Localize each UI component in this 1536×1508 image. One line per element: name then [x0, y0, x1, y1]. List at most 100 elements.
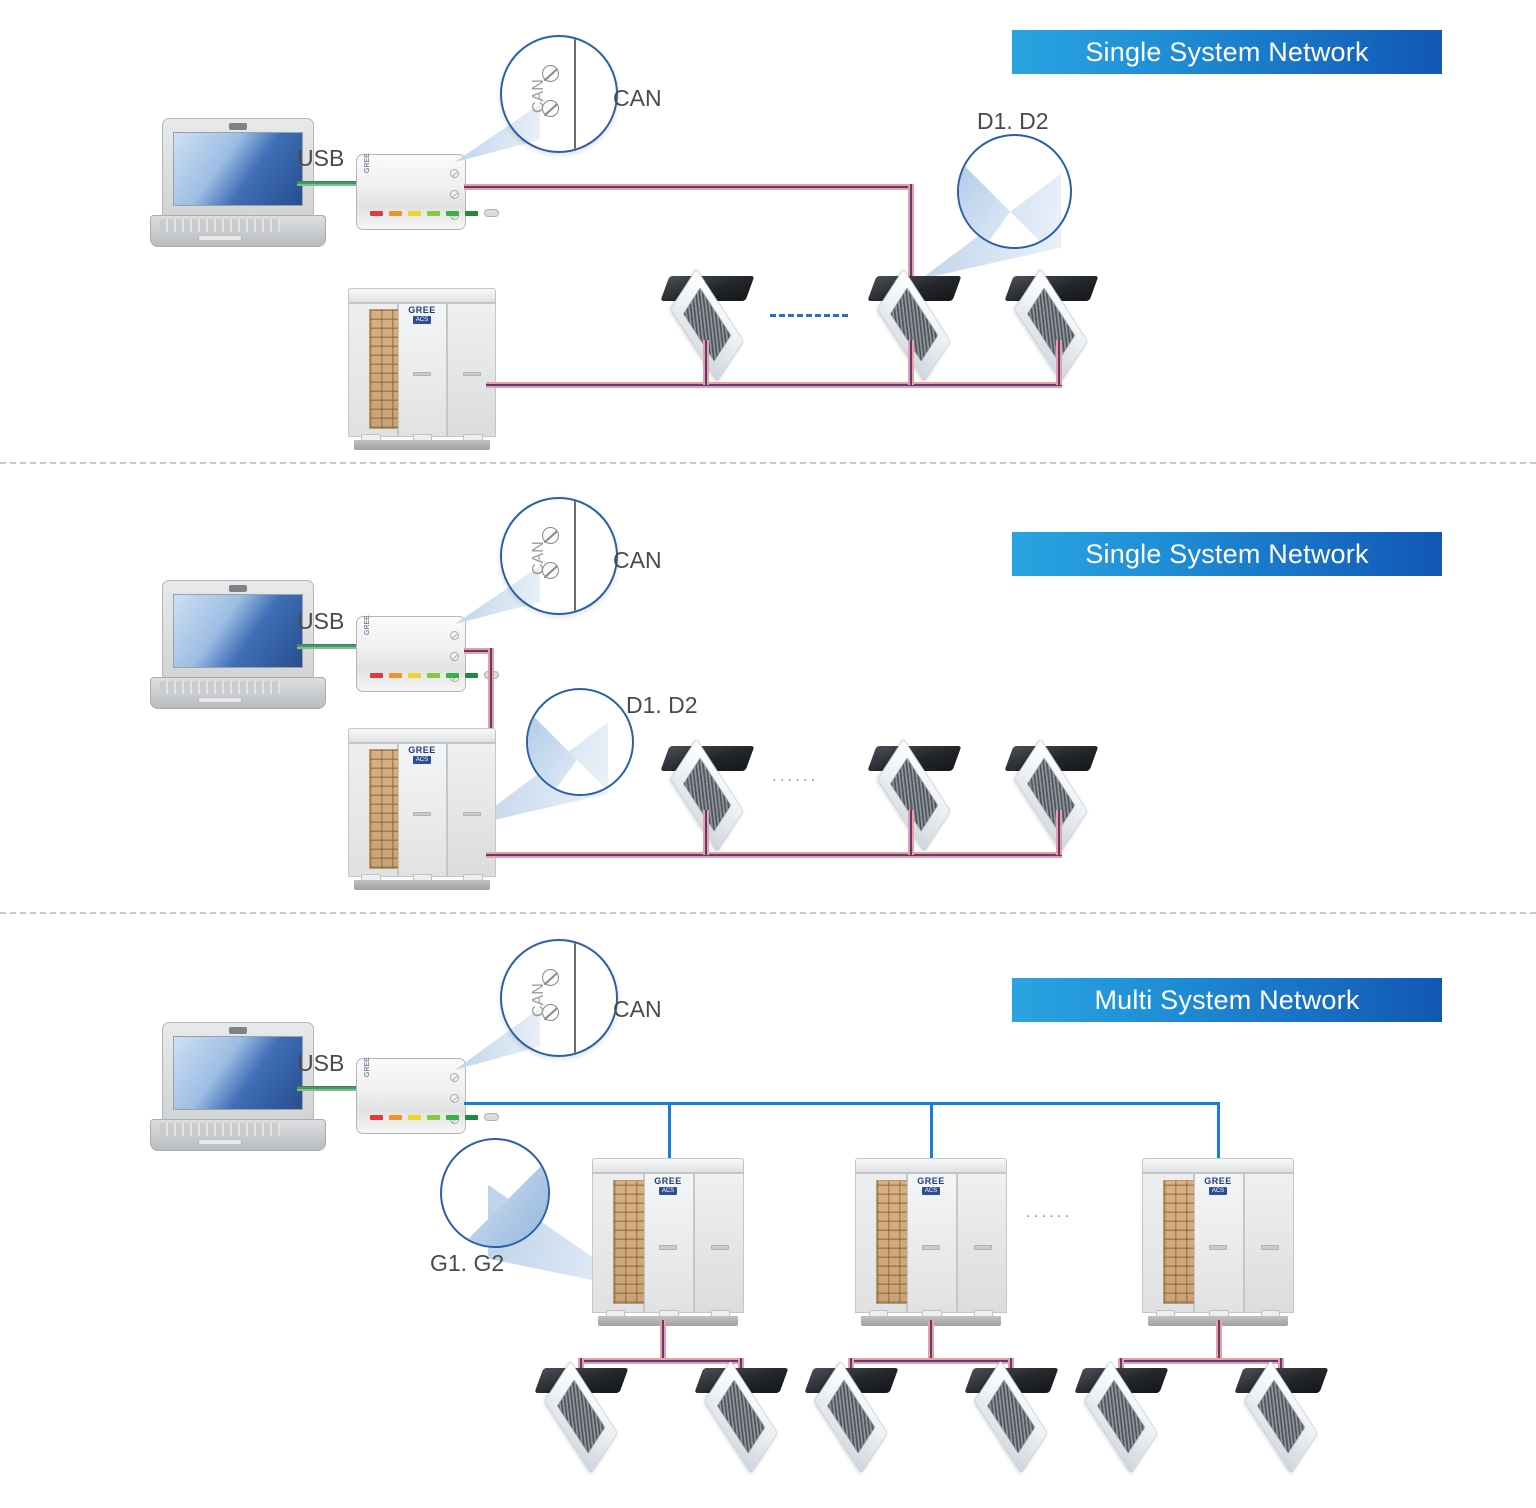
g-bus-trunk	[464, 1102, 1220, 1105]
odu-brand-logo: GREE ACS	[408, 304, 436, 324]
gateway-device-icon-2: GREE	[356, 615, 499, 692]
laptop-lid	[162, 118, 314, 216]
usb-cable-1	[297, 181, 365, 186]
laptop-lid	[162, 580, 314, 678]
can-inner-label-3: CAN	[530, 983, 547, 1017]
indoor-cassette-icon-3c2	[1222, 1360, 1340, 1474]
odu-base-frame	[353, 440, 491, 450]
odu-brand-logo: GREE ACS	[917, 1175, 945, 1195]
odu-handle-b	[710, 1245, 729, 1250]
usb-cable-2	[297, 644, 365, 649]
can-magnifier-1: CAN	[500, 35, 618, 153]
usb-cable-3	[297, 1086, 365, 1091]
panel-1-banner: Single System Network	[1012, 30, 1442, 74]
d1d2-callout-1: D1. D2	[895, 108, 1105, 292]
d1d2-magnifier-2	[526, 688, 634, 796]
odu-handle-b	[973, 1245, 992, 1250]
odu-top-panel	[348, 288, 496, 303]
diagram-root: Single System Network USB GREE CAN CAN D…	[0, 0, 1536, 1508]
panel-2-banner: Single System Network	[1012, 532, 1442, 576]
usb-label-2: USB	[297, 608, 345, 634]
indoor-cassette-icon-1b	[855, 268, 973, 382]
laptop-keyboard	[160, 219, 280, 232]
odu-top-panel	[592, 1158, 744, 1174]
gateway-port-icon	[484, 209, 499, 217]
panel-3-banner: Multi System Network	[1012, 978, 1442, 1022]
odu-brand-logo: GREE ACS	[1204, 1175, 1232, 1195]
odu-handle-b	[463, 812, 482, 817]
laptop-camera-icon	[229, 1027, 247, 1034]
odu-front-panel-b	[447, 302, 496, 438]
gateway-led-strip-3	[370, 1113, 499, 1121]
g1g2-label: G1. G2	[430, 1250, 505, 1276]
g1g2-magnifier	[440, 1138, 550, 1248]
can-inner-label-1: CAN	[530, 79, 547, 113]
odu-front-panel-b	[693, 1173, 744, 1313]
panel-2-banner-label: Single System Network	[1085, 538, 1369, 569]
d1d2-magnifier-1	[957, 134, 1072, 249]
odu-handle-b	[463, 372, 482, 377]
odu-top-panel	[348, 728, 496, 743]
can-label-1: CAN	[613, 85, 662, 111]
d1d2-wedge-1	[959, 160, 1046, 247]
odu-base-frame	[353, 880, 491, 890]
odu-handle-b	[1260, 1245, 1279, 1250]
laptop-lid	[162, 1022, 314, 1120]
laptop-camera-icon	[229, 123, 247, 130]
odu-handle-a	[1208, 1245, 1228, 1250]
can-divider-3	[574, 941, 576, 1055]
outdoor-condenser-icon-2: GREE ACS	[348, 728, 496, 890]
d-bus-branch-c	[1118, 1358, 1284, 1364]
d-bus-odu-a-drop	[660, 1320, 666, 1362]
indoor-cassette-icon-3a2	[682, 1360, 800, 1474]
laptop-camera-icon	[229, 585, 247, 592]
panel-3-banner-label: Multi System Network	[1094, 984, 1360, 1015]
can-divider-2	[574, 499, 576, 613]
can-inner-label-2: CAN	[530, 541, 547, 575]
indoor-cassette-icon-3a1	[522, 1360, 640, 1474]
odu-top-panel	[1142, 1158, 1294, 1174]
can-callout-2: CAN CAN	[455, 492, 685, 642]
odu-link-dots-3: ......	[1026, 1202, 1073, 1221]
odu-base-frame	[598, 1316, 738, 1326]
indoor-cassette-icon-3b1	[792, 1360, 910, 1474]
odu-heat-exchanger-coil	[1163, 1179, 1196, 1305]
laptop-keyboard	[160, 681, 280, 694]
odu-front-panel-b	[1243, 1173, 1294, 1313]
d-bus-odu-c-drop	[1216, 1320, 1222, 1362]
odu-front-panel-b	[956, 1173, 1007, 1313]
d-bus-odu-b-drop	[928, 1320, 934, 1362]
d-bus-branch-a	[578, 1358, 744, 1364]
d1d2-wedge-2	[528, 710, 612, 794]
outdoor-condenser-icon-1: GREE ACS	[348, 288, 496, 450]
d-bus-bottom-run-1	[486, 382, 1062, 388]
panel-multi-system-network: Multi System Network USB GREE CAN CAN G1…	[0, 920, 1536, 1508]
can-callout-1: CAN CAN	[455, 30, 685, 180]
d-bus-riser-2a	[703, 810, 709, 855]
can-label-3: CAN	[613, 996, 662, 1022]
indoor-cassette-icon-2c	[992, 738, 1110, 852]
usb-label-1: USB	[297, 145, 345, 171]
can-divider-1	[574, 37, 576, 151]
odu-brand-logo: GREE ACS	[408, 744, 436, 764]
gateway-brand-mark-1: GREE	[364, 153, 371, 173]
odu-handle-a	[413, 372, 431, 377]
gateway-port-icon	[484, 1113, 499, 1121]
d-bus-riser-1a	[703, 340, 709, 385]
g1g2-wedge	[461, 1159, 548, 1246]
odu-handle-a	[413, 812, 431, 817]
odu-heat-exchanger-coil	[368, 749, 400, 869]
idu-link-dots-2: ......	[772, 766, 819, 785]
can-magnifier-2: CAN	[500, 497, 618, 615]
screw-terminal-icon	[450, 652, 459, 661]
can-label-2: CAN	[613, 547, 662, 573]
usb-label-3: USB	[297, 1050, 345, 1076]
idu-link-dashed-1	[770, 314, 848, 317]
odu-heat-exchanger-coil	[368, 309, 400, 429]
laptop-trackpad	[198, 697, 242, 703]
outdoor-condenser-icon-3c: GREE ACS	[1142, 1158, 1294, 1326]
panel-separator-2	[0, 912, 1536, 914]
panel-single-system-network-2: Single System Network USB GREE CAN CAN D…	[0, 470, 1536, 910]
d-bus-top-run-1	[464, 184, 914, 190]
can-callout-3: CAN CAN	[455, 934, 685, 1084]
